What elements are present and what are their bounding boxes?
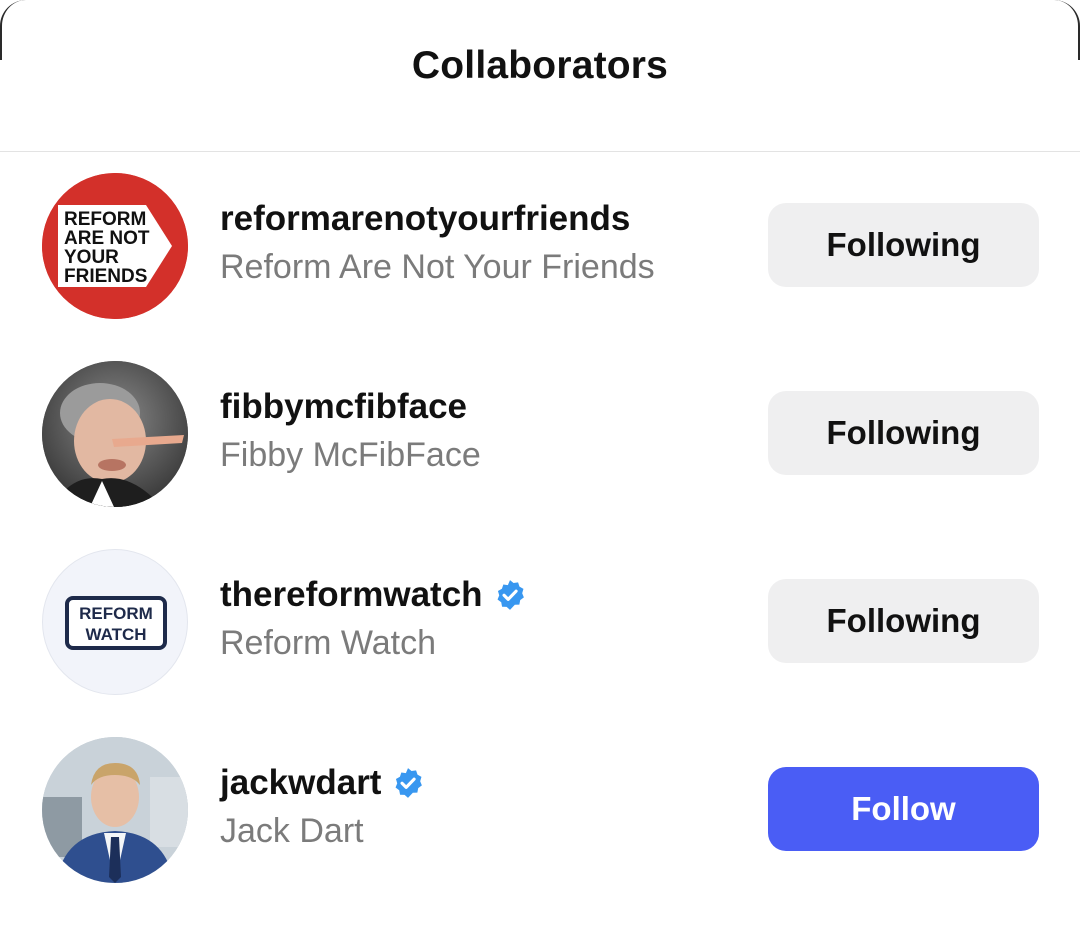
avatar-logo-text: ARE NOT (64, 228, 150, 249)
follow-button[interactable]: Follow (768, 767, 1039, 851)
collaborator-names: jackwdart Jack Dart (220, 761, 425, 855)
following-button[interactable]: Following (768, 391, 1039, 475)
username[interactable]: reformarenotyourfriends (220, 197, 630, 241)
collaborator-row[interactable]: fibbymcfibface Fibby McFibFace Following (0, 339, 1080, 507)
full-name: Jack Dart (220, 812, 364, 850)
collaborator-names: reformarenotyourfriends Reform Are Not Y… (220, 197, 655, 291)
username-row[interactable]: reformarenotyourfriends (220, 197, 655, 241)
full-name: Reform Watch (220, 624, 437, 662)
following-button[interactable]: Following (768, 579, 1039, 663)
collaborator-row[interactable]: REFORM ARE NOT YOUR FRIENDS reformarenot… (0, 151, 1080, 319)
collaborator-names: thereformwatch Reform Watch (220, 573, 527, 667)
username[interactable]: jackwdart (220, 761, 381, 805)
collaborators-sheet: Collaborators REFORM ARE NOT YOUR FRIEND… (0, 0, 1080, 927)
avatar-logo-text: REFORM (79, 604, 153, 623)
collaborator-row[interactable]: jackwdart Jack Dart Follow (0, 715, 1080, 883)
page-title: Collaborators (411, 44, 669, 87)
username-row[interactable]: thereformwatch (220, 573, 527, 617)
avatar[interactable] (42, 737, 188, 883)
sheet-header: Collaborators (0, 0, 1080, 152)
username-row[interactable]: fibbymcfibface (220, 385, 481, 429)
collaborator-names: fibbymcfibface Fibby McFibFace (220, 385, 481, 479)
avatar-logo-text: FRIENDS (64, 266, 147, 287)
avatar[interactable] (42, 361, 188, 507)
reform-not-friends-logo: REFORM ARE NOT YOUR FRIENDS (42, 173, 188, 319)
avatar-logo-text: WATCH (85, 625, 146, 644)
username[interactable]: fibbymcfibface (220, 385, 467, 429)
full-name: Reform Are Not Your Friends (220, 248, 655, 286)
person-photo-icon (42, 361, 188, 507)
following-button[interactable]: Following (768, 203, 1039, 287)
avatar-logo-text: YOUR (64, 247, 119, 268)
full-name: Fibby McFibFace (220, 436, 481, 474)
avatar[interactable]: REFORM ARE NOT YOUR FRIENDS (42, 173, 188, 319)
username-row[interactable]: jackwdart (220, 761, 425, 805)
avatar-logo-text: REFORM (64, 209, 146, 230)
person-photo-icon (42, 737, 188, 883)
username[interactable]: thereformwatch (220, 573, 483, 617)
avatar[interactable]: REFORM WATCH (42, 549, 188, 695)
verified-badge-icon (396, 768, 423, 798)
verified-badge-icon (497, 580, 524, 610)
reform-watch-logo: REFORM WATCH (65, 596, 167, 650)
collaborator-row[interactable]: REFORM WATCH thereformwatch Reform Watch… (0, 527, 1080, 695)
